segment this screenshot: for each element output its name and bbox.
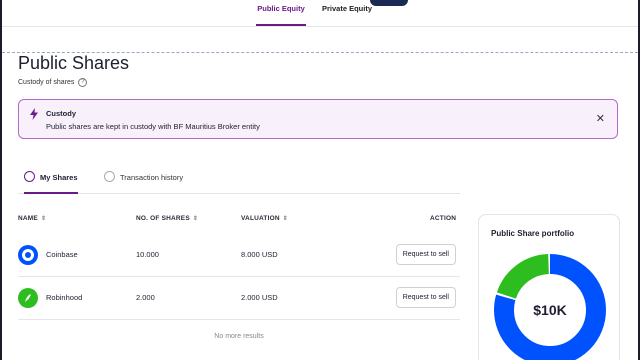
header-valuation[interactable]: VALUATION ⇕ <box>241 215 288 222</box>
header-shares-label: NO. OF SHARES <box>136 215 190 222</box>
table-row: Robinhood 2.000 2.000 USD Request to sel… <box>18 277 460 320</box>
row-name: Robinhood <box>46 293 83 302</box>
tab-history-label: Transaction history <box>120 173 184 182</box>
portfolio-donut-chart: $10K <box>494 254 606 360</box>
shares-tabs: My Shares Transaction history <box>18 170 460 194</box>
page-title: Public Shares <box>18 53 130 73</box>
banner-text: Public shares are kept in custody with B… <box>46 122 260 131</box>
clock-icon <box>104 171 115 182</box>
coinbase-logo-icon <box>18 245 38 265</box>
sort-icon: ⇕ <box>40 216 47 222</box>
header-shares[interactable]: NO. OF SHARES ⇕ <box>136 215 198 222</box>
page-subtitle: Custody of shares ? <box>18 78 88 87</box>
page-subtitle-text: Custody of shares <box>18 79 75 86</box>
portfolio-card: Public Share portfolio $10K <box>478 214 620 360</box>
feather-icon <box>25 294 31 302</box>
no-more-results: No more results <box>214 333 264 340</box>
tab-private-equity[interactable]: Private Equity <box>322 4 372 26</box>
bolt-icon <box>30 108 38 120</box>
request-to-sell-button[interactable]: Request to sell <box>395 244 456 265</box>
portfolio-title: Public Share portfolio <box>491 229 575 238</box>
header-valuation-label: VALUATION <box>241 215 280 222</box>
header-action: ACTION <box>430 215 456 222</box>
sort-icon: ⇕ <box>282 216 288 222</box>
row-shares: 2.000 <box>136 293 155 302</box>
header-action-label: ACTION <box>430 215 457 222</box>
top-tab-bar: Public Equity Private Equity <box>2 0 638 26</box>
request-to-sell-button[interactable]: Request to sell <box>395 287 456 308</box>
floating-logo-chip <box>370 0 408 6</box>
table-row: Coinbase 10.000 8.000 USD Request to sel… <box>18 234 460 277</box>
banner-title: Custody <box>46 109 76 118</box>
help-icon[interactable]: ? <box>78 78 88 87</box>
tab-transaction-history[interactable]: Transaction history <box>104 171 184 194</box>
header-name-label: NAME <box>18 215 38 222</box>
pie-chart-icon <box>24 171 35 182</box>
row-name: Coinbase <box>46 250 78 259</box>
row-valuation: 2.000 USD <box>241 293 278 302</box>
tab-my-shares[interactable]: My Shares <box>24 171 78 194</box>
tab-my-shares-label: My Shares <box>40 173 78 182</box>
row-shares: 10.000 <box>136 250 159 259</box>
close-icon[interactable]: ✕ <box>596 112 605 125</box>
row-valuation: 8.000 USD <box>241 250 278 259</box>
sort-icon: ⇕ <box>192 216 199 222</box>
header-name[interactable]: NAME ⇕ <box>18 215 46 222</box>
portfolio-total: $10K <box>533 302 566 318</box>
tab-public-equity[interactable]: Public Equity <box>256 4 306 26</box>
window-left-edge <box>0 0 2 360</box>
robinhood-logo-icon <box>18 288 38 308</box>
custody-banner: Custody Public shares are kept in custod… <box>18 99 618 139</box>
topbar-divider <box>2 26 638 27</box>
